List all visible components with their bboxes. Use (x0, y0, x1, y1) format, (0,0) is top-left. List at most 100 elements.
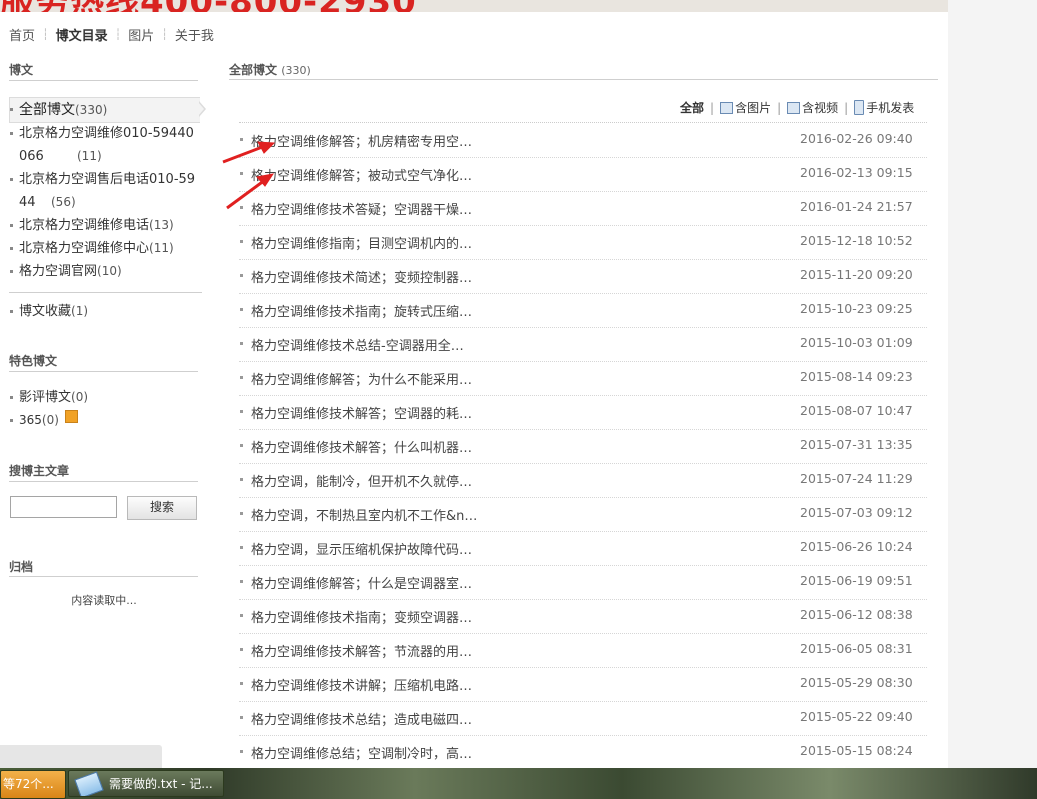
nav-separator: ┆ (114, 27, 122, 41)
article-row: 格力空调维修解答；什么是空调器室… 2015-06-19 09:51 (239, 565, 927, 600)
sidebar-item-film-reviews[interactable]: 影评博文(0) (9, 386, 204, 409)
main-title-count: (330) (281, 64, 311, 77)
sidebar-favorites-list: 博文收藏(1) (9, 300, 204, 323)
nav-separator: ┆ (161, 27, 168, 41)
article-date: 2015-08-07 10:47 (800, 403, 913, 418)
article-row: 格力空调维修技术简述；变频控制器… 2015-11-20 09:20 (239, 259, 927, 294)
article-date: 2015-07-03 09:12 (800, 505, 913, 520)
top-nav: 首页 ┆ 博文目录 ┆ 图片 ┆ 关于我 (9, 24, 214, 44)
article-title-link[interactable]: 格力空调维修指南；目测空调机内的… (251, 233, 472, 252)
article-row: 格力空调维修技术总结；造成电磁四… 2015-05-22 09:40 (239, 701, 927, 736)
bullet-icon (240, 444, 243, 447)
article-row: 格力空调维修技术答疑；空调器干燥… 2016-01-24 21:57 (239, 191, 927, 226)
main-title-label: 全部博文 (229, 63, 278, 77)
article-title-link[interactable]: 格力空调维修技术解答；节流器的用… (251, 641, 472, 660)
article-title-link[interactable]: 格力空调维修总结；空调制冷时，高… (251, 743, 472, 762)
article-title-link[interactable]: 格力空调维修技术总结-空调器用全… (251, 335, 464, 354)
article-row: 格力空调维修指南；目测空调机内的… 2015-12-18 10:52 (239, 225, 927, 260)
nav-pictures[interactable]: 图片 (128, 25, 154, 44)
article-title-link[interactable]: 格力空调维修技术解答；什么叫机器… (251, 437, 472, 456)
article-title-link[interactable]: 格力空调维修解答；被动式空气净化… (251, 165, 472, 184)
article-row: 格力空调维修技术指南；变频空调器… 2015-06-12 08:38 (239, 599, 927, 634)
article-title-link[interactable]: 格力空调维修技术指南；变频空调器… (251, 607, 472, 626)
bullet-icon (240, 376, 243, 379)
article-title-link[interactable]: 格力空调，显示压缩机保护故障代码… (251, 539, 472, 558)
annotation-arrow (222, 144, 266, 164)
article-title-link[interactable]: 格力空调维修解答；为什么不能采用… (251, 369, 472, 388)
search-input[interactable] (10, 496, 117, 518)
article-title-link[interactable]: 格力空调维修解答；什么是空调器室… (251, 573, 472, 592)
article-date: 2015-06-19 09:51 (800, 573, 913, 588)
article-date: 2015-05-22 09:40 (800, 709, 913, 724)
sidebar-item-category[interactable]: 北京格力空调维修中心(11) (9, 237, 204, 260)
article-date: 2015-10-23 09:25 (800, 301, 913, 316)
sidebar-item-category[interactable]: 北京格力空调售后电话010-5944 (56) (9, 168, 204, 214)
divider (9, 371, 198, 372)
sidebar-item-category[interactable]: 北京格力空调维修电话(13) (9, 214, 204, 237)
article-title-link[interactable]: 格力空调维修技术总结；造成电磁四… (251, 709, 472, 728)
article-title-link[interactable]: 格力空调维修技术答疑；空调器干燥… (251, 199, 472, 218)
sidebar-featured-list: 影评博文(0) 365(0) (9, 386, 204, 432)
bullet-icon (240, 682, 243, 685)
sidebar-item-label: 北京格力空调维修电话 (19, 218, 150, 233)
filter-separator: | (777, 100, 782, 115)
banner-hotline-text: 服务热线400-800-2930 (0, 0, 417, 12)
taskbar-button-notepad[interactable]: 需要做的.txt - 记... (68, 770, 224, 797)
article-title-link[interactable]: 格力空调，能制冷，但开机不久就停… (251, 471, 472, 490)
notepad-icon (74, 771, 104, 796)
article-row: 格力空调维修技术指南；旋转式压缩… 2015-10-23 09:25 (239, 293, 927, 328)
article-row: 格力空调维修技术解答；空调器的耗… 2015-08-07 10:47 (239, 395, 927, 430)
sidebar-item-label: 格力空调官网 (19, 264, 98, 279)
sidebar-item-count: (13) (149, 218, 174, 232)
sidebar-item-label: 北京格力空调维修010-59440066 (19, 126, 194, 164)
article-row: 格力空调维修解答；为什么不能采用… 2015-08-14 09:23 (239, 361, 927, 396)
article-date: 2015-06-26 10:24 (800, 539, 913, 554)
sidebar-blog-title: 博文 (9, 63, 34, 77)
sidebar-item-category[interactable]: 北京格力空调维修010-59440066 (11) (9, 122, 204, 168)
nav-blog-directory[interactable]: 博文目录 (56, 25, 108, 44)
sidebar-search-title: 搜博主文章 (9, 464, 70, 478)
nav-home[interactable]: 首页 (9, 25, 35, 44)
article-date: 2016-01-24 21:57 (800, 199, 913, 214)
article-title-link[interactable]: 格力空调维修技术指南；旋转式压缩… (251, 301, 472, 320)
sidebar-item-365[interactable]: 365(0) (9, 409, 204, 432)
sidebar-item-category[interactable]: 格力空调官网(10) (9, 260, 204, 283)
sidebar-item-favorites[interactable]: 博文收藏(1) (9, 300, 204, 323)
annotation-arrow (226, 178, 266, 210)
article-date: 2015-05-29 08:30 (800, 675, 913, 690)
sidebar-item-label: 影评博文 (19, 390, 72, 405)
sidebar-category-list: 全部博文(330) 北京格力空调维修010-59440066 (11) 北京格力空… (9, 98, 204, 283)
taskbar-button-group[interactable]: 等72个... (0, 770, 66, 799)
filter-with-pictures[interactable]: 含图片 (720, 99, 771, 116)
sidebar-item-count: (330) (75, 103, 108, 117)
rss-icon[interactable] (65, 410, 79, 423)
article-title-link[interactable]: 格力空调维修技术简述；变频控制器… (251, 267, 472, 286)
taskbar-button-label: 需要做的.txt - 记... (109, 777, 213, 791)
article-title-link[interactable]: 格力空调维修技术讲解；压缩机电路… (251, 675, 472, 694)
article-title-link[interactable]: 格力空调维修解答；机房精密专用空… (251, 131, 472, 150)
article-date: 2015-10-03 01:09 (800, 335, 913, 350)
filter-with-video[interactable]: 含视频 (787, 99, 838, 116)
status-panel (0, 745, 162, 768)
filter-mobile-posts[interactable]: 手机发表 (854, 99, 914, 116)
article-date: 2015-07-31 13:35 (800, 437, 913, 452)
filter-all[interactable]: 全部 (680, 99, 704, 116)
sidebar-item-count: (11) (149, 241, 174, 255)
article-row: 格力空调维修技术讲解；压缩机电路… 2015-05-29 08:30 (239, 667, 927, 702)
article-row: 格力空调，能制冷，但开机不久就停… 2015-07-24 11:29 (239, 463, 927, 498)
article-date: 2016-02-26 09:40 (800, 131, 913, 146)
filter-label: 含图片 (735, 101, 772, 115)
article-row: 格力空调维修技术解答；节流器的用… 2015-06-05 08:31 (239, 633, 927, 668)
nav-about-me[interactable]: 关于我 (175, 25, 214, 44)
bullet-icon (240, 716, 243, 719)
search-button[interactable]: 搜索 (127, 496, 197, 520)
sidebar-featured-title: 特色博文 (9, 354, 58, 368)
article-title-link[interactable]: 格力空调维修技术解答；空调器的耗… (251, 403, 472, 422)
bullet-icon (240, 614, 243, 617)
bullet-icon (240, 308, 243, 311)
article-title-link[interactable]: 格力空调，不制热且室内机不工作&n… (251, 505, 477, 524)
divider (9, 80, 198, 81)
sidebar-item-all-posts[interactable]: 全部博文(330) (9, 98, 204, 122)
article-date: 2015-07-24 11:29 (800, 471, 913, 486)
article-row: 格力空调维修技术解答；什么叫机器… 2015-07-31 13:35 (239, 429, 927, 464)
